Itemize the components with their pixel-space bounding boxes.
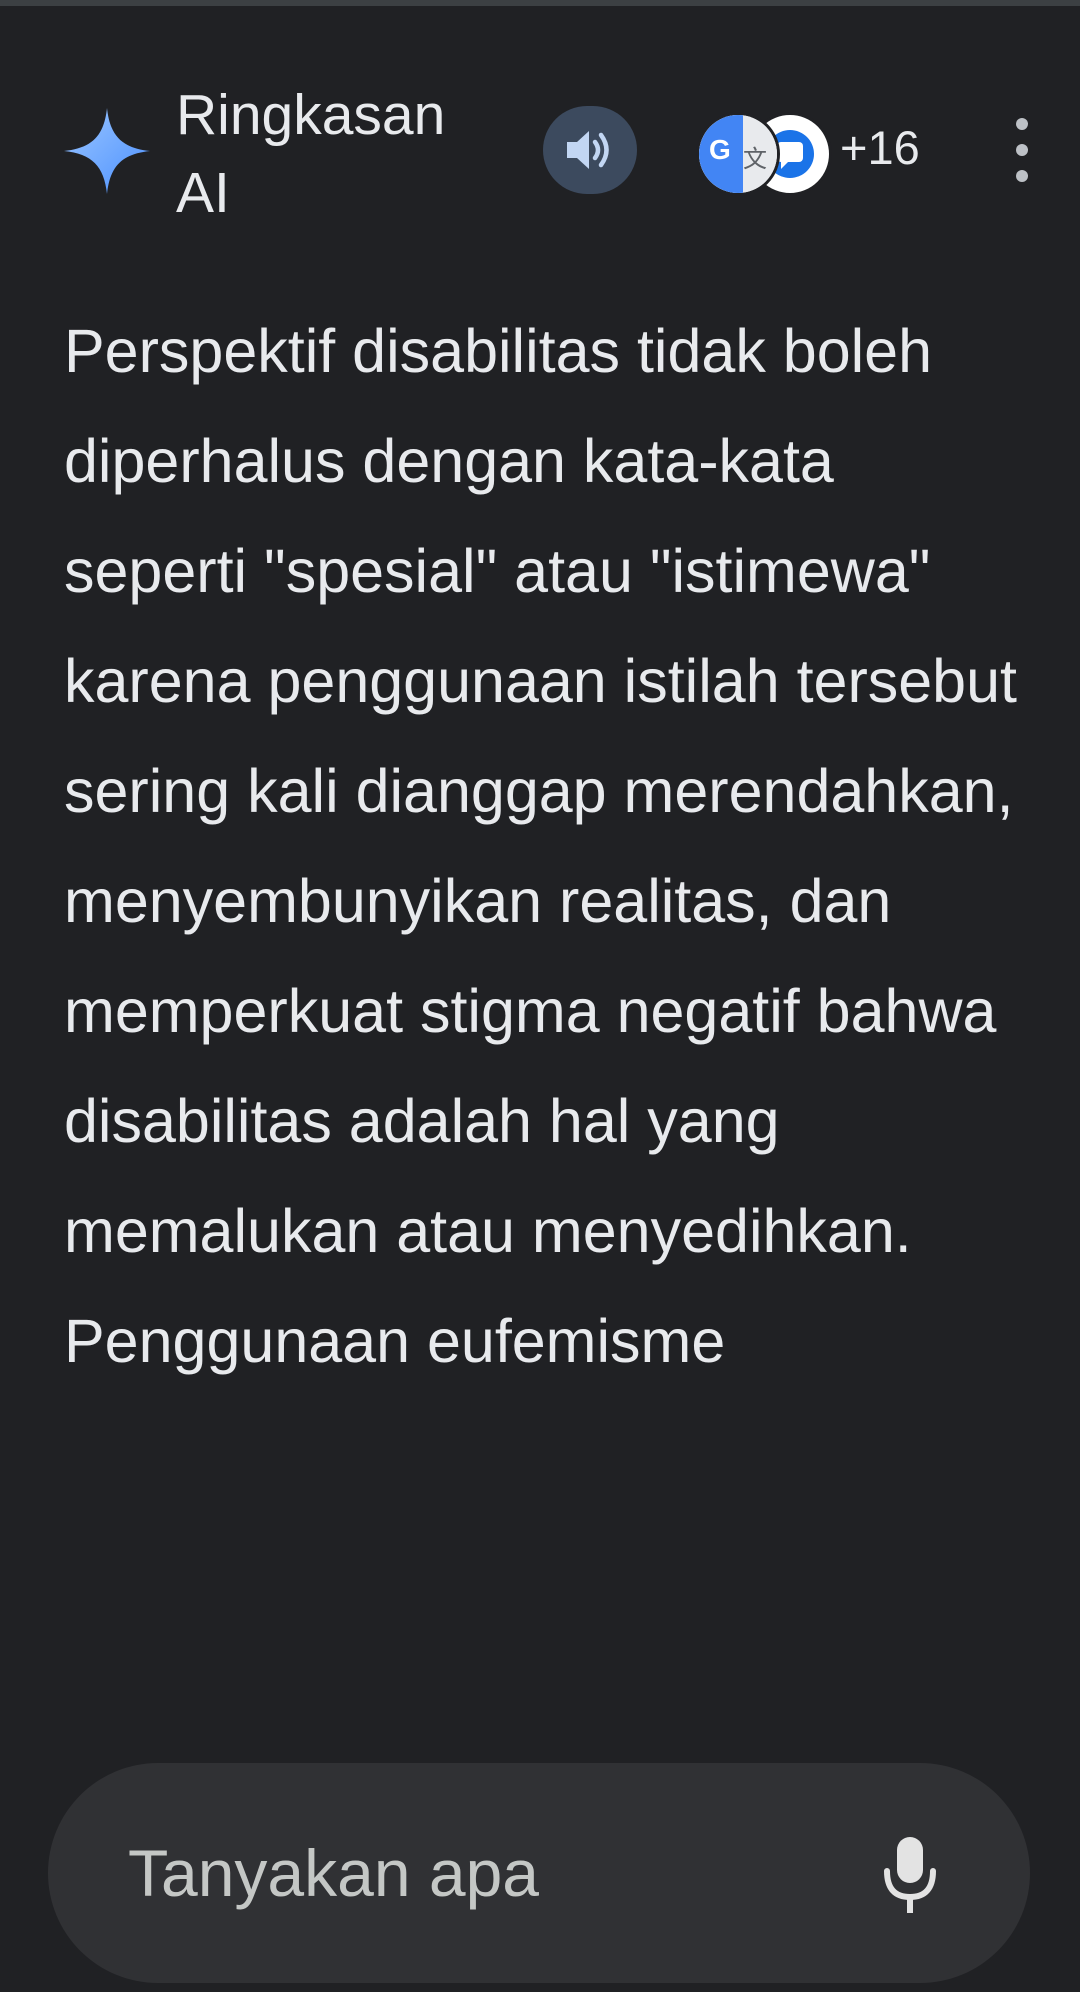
listen-button[interactable] (543, 106, 637, 194)
svg-text:G: G (709, 134, 731, 165)
more-vert-icon[interactable] (1002, 118, 1042, 182)
source-translate-icon: G 文 (696, 112, 780, 196)
ask-bar[interactable] (48, 1763, 1030, 1983)
sources-count[interactable]: +16 (840, 118, 920, 178)
speaker-icon (567, 131, 609, 169)
svg-text:文: 文 (743, 145, 767, 173)
ai-overview-header: Ringkasan AI G 文 +16 (0, 70, 1080, 230)
sources-button[interactable]: G 文 (696, 108, 836, 196)
ask-input[interactable] (128, 1823, 848, 1923)
sparkle-icon (64, 108, 150, 194)
top-divider (0, 0, 1080, 6)
page-title: Ringkasan AI (176, 83, 446, 225)
mic-icon[interactable] (868, 1831, 952, 1921)
ai-summary-text: Perspektif disabilitas tidak boleh diper… (64, 317, 1017, 1375)
